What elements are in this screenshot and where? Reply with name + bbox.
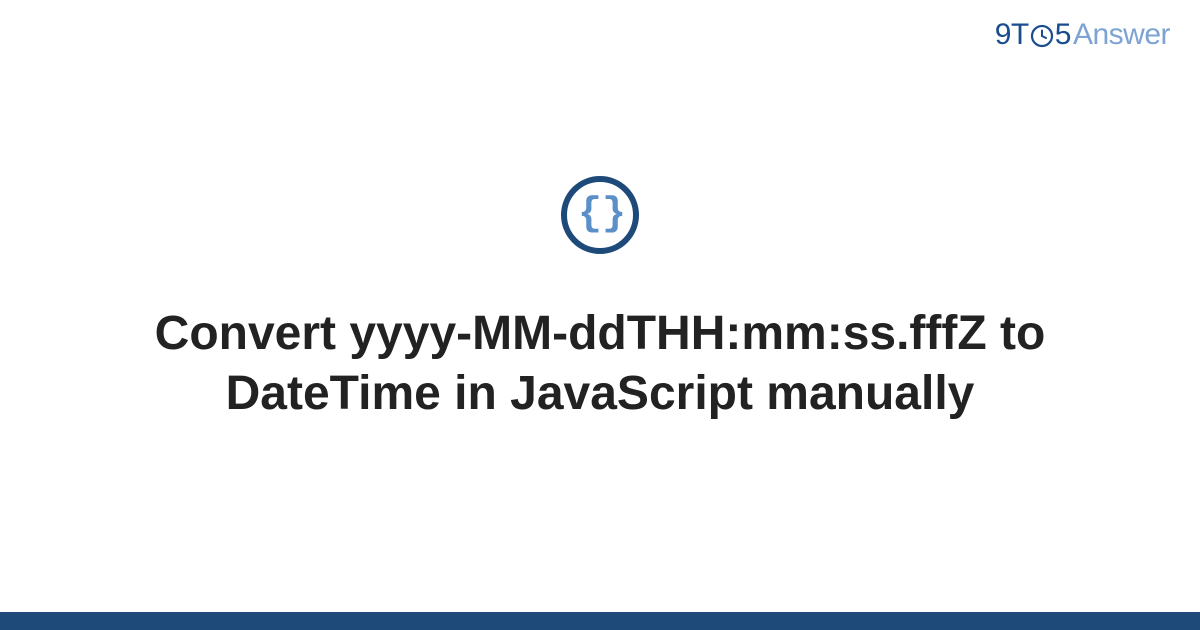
footer-accent-bar xyxy=(0,612,1200,630)
category-badge: { } xyxy=(561,176,639,254)
main-content: { } Convert yyyy-MM-ddTHH:mm:ss.fffZ to … xyxy=(0,0,1200,630)
code-braces-icon: { } xyxy=(578,195,622,235)
page-title: Convert yyyy-MM-ddTHH:mm:ss.fffZ to Date… xyxy=(120,304,1080,424)
